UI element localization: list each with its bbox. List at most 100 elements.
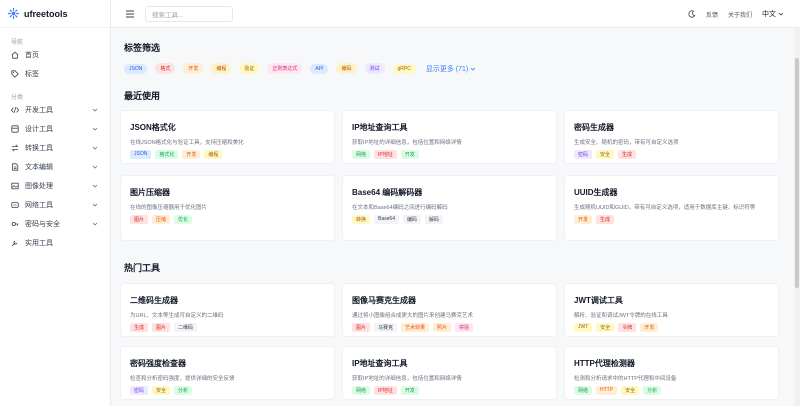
filter-tag[interactable]: 测试: [364, 63, 385, 74]
card-tag[interactable]: 格式化: [155, 150, 179, 159]
card-tag[interactable]: 密码: [574, 150, 593, 159]
chevron-down-icon: [92, 203, 98, 207]
top-bar: 搜索工具... 反馈 关于我们 中文: [111, 0, 800, 28]
card-tag[interactable]: JWT: [574, 323, 593, 332]
filter-tag[interactable]: API: [310, 63, 329, 74]
filter-tag[interactable]: 编码: [336, 63, 357, 74]
card-tag[interactable]: 二维码: [174, 323, 198, 332]
filter-tag[interactable]: 格式: [155, 63, 176, 74]
card-tag[interactable]: 网络: [574, 386, 593, 395]
filter-tag[interactable]: 编程: [211, 63, 232, 74]
shield-icon: [11, 220, 19, 228]
brand[interactable]: ufreetools: [0, 0, 110, 28]
sidebar-item-image-processing[interactable]: 图像处理: [0, 176, 110, 195]
tool-card[interactable]: UUID生成器 生成随机UUID和GUID，带有可自定义选项，适用于数据库主键、标…: [564, 175, 779, 241]
moon-icon[interactable]: [688, 10, 696, 18]
card-tag[interactable]: 生成: [618, 150, 637, 159]
card-description: 在线的图像压缩器用于优化图片: [130, 205, 208, 211]
topbar-actions: 反馈 关于我们 中文: [688, 0, 784, 28]
card-tag[interactable]: 分析: [643, 386, 662, 395]
sidebar-item-dev-tools[interactable]: 开发工具: [0, 100, 110, 119]
card-tag[interactable]: 艺术效果: [401, 323, 430, 332]
filter-tag[interactable]: JSON: [124, 63, 148, 74]
sidebar-item-design-tools[interactable]: 设计工具: [0, 119, 110, 138]
filter-tag[interactable]: 验证: [239, 63, 260, 74]
sidebar-item-network-tools[interactable]: 网络工具: [0, 195, 110, 214]
card-tag[interactable]: JSON: [130, 150, 152, 159]
language-selector[interactable]: 中文: [762, 9, 784, 19]
feedback-link[interactable]: 反馈: [706, 10, 718, 19]
card-tag[interactable]: 优化: [174, 215, 193, 224]
card-tag[interactable]: 生成: [130, 323, 149, 332]
card-tag[interactable]: Base64: [374, 215, 399, 224]
scrollbar-thumb[interactable]: [795, 58, 799, 288]
sidebar-item-label: 标签: [25, 70, 39, 78]
sidebar-item-tags[interactable]: 标签: [0, 64, 110, 83]
tool-card[interactable]: Base64 编码解码器 在文本和Base64编码之间进行编码解码 转换 Base64…: [342, 175, 557, 241]
card-tag[interactable]: 令牌: [618, 323, 637, 332]
tool-card[interactable]: 密码生成器 生成安全、随机的密码，带有可自定义选项 密码 安全 生成: [564, 110, 779, 164]
card-tag[interactable]: 开发: [640, 323, 659, 332]
card-tag[interactable]: 密码: [130, 386, 149, 395]
about-link[interactable]: 关于我们: [728, 10, 752, 19]
card-tags: JSON 格式化 开发 编程: [130, 150, 325, 159]
tool-card[interactable]: IP地址查询工具 获取IP地址的详细信息，包括位置和网络详情 网络 IP地址 开发: [342, 346, 557, 400]
card-tag[interactable]: 安全: [596, 150, 615, 159]
tool-card[interactable]: 图像马赛克生成器 通过将小图像组合成更大的图片来创建马赛克艺术 图片 马赛克 艺术效果照…: [342, 283, 557, 337]
card-tag[interactable]: 生成: [596, 215, 615, 224]
tool-card[interactable]: 二维码生成器 为URL、文本等生成可自定义的二维码 生成 图片 二维码: [120, 283, 335, 337]
menu-icon[interactable]: [125, 9, 135, 19]
card-tag[interactable]: 网络: [352, 150, 371, 159]
card-tag[interactable]: 图片: [352, 323, 371, 332]
tool-card[interactable]: JSON格式化 在线JSON格式化与验证工具，支持压缩和美化 JSON 格式化 开发 编程: [120, 110, 335, 164]
sidebar-item-utility-tools[interactable]: 实用工具: [0, 233, 110, 252]
tool-card[interactable]: HTTP代理检测器 检测和分析请求中的HTTP代理和中间设备 网络 HTTP 安全 分析: [564, 346, 779, 400]
card-tag[interactable]: IP地址: [374, 150, 397, 159]
filter-tag[interactable]: gRPC: [392, 63, 416, 74]
card-tag[interactable]: 照片: [433, 323, 452, 332]
card-tag[interactable]: 拼贴: [455, 323, 474, 332]
card-tag[interactable]: 马赛克: [374, 323, 398, 332]
nav-section-title: 导航: [11, 40, 24, 46]
card-tag[interactable]: 转换: [352, 215, 371, 224]
card-title: 图像马赛克生成器: [352, 296, 416, 305]
tool-card[interactable]: 密码强度检查器 检查和分析密码强度，提供详细的安全反馈 密码 安全 分析: [120, 346, 335, 400]
card-tag[interactable]: 编程: [204, 150, 223, 159]
card-tag[interactable]: 开发: [182, 150, 201, 159]
card-tag[interactable]: 安全: [621, 386, 640, 395]
tool-card[interactable]: IP地址查询工具 获取IP地址的详细信息，包括位置和网络详情 网络 IP地址 开发: [342, 110, 557, 164]
tag-icon: [11, 69, 19, 78]
card-tag[interactable]: 网络: [352, 386, 371, 395]
card-title: 密码生成器: [574, 123, 614, 132]
sidebar-item-label: 实用工具: [25, 239, 53, 247]
card-tags: 转换 Base64 编码 解码: [352, 215, 547, 224]
card-tag[interactable]: 安全: [596, 323, 615, 332]
tool-card[interactable]: JWT调试工具 解析、验证和调试JWT令牌的在线工具 JWT 安全 令牌 开发: [564, 283, 779, 337]
sidebar-item-home[interactable]: 首页: [0, 45, 110, 64]
card-tag[interactable]: 开发: [400, 150, 419, 159]
card-tag[interactable]: 解码: [425, 215, 444, 224]
card-tag[interactable]: 编码: [402, 215, 421, 224]
card-tag[interactable]: IP地址: [374, 386, 397, 395]
card-tag[interactable]: HTTP: [596, 386, 618, 395]
search-input[interactable]: 搜索工具...: [145, 5, 233, 22]
card-tag[interactable]: 安全: [152, 386, 171, 395]
card-tag[interactable]: 开发: [400, 386, 419, 395]
sidebar-item-convert-tools[interactable]: 转换工具: [0, 138, 110, 157]
card-tag[interactable]: 图片: [130, 215, 149, 224]
scrollbar[interactable]: [794, 28, 800, 406]
sidebar-item-text-edit[interactable]: 文本编辑: [0, 157, 110, 176]
card-tag[interactable]: 图片: [152, 323, 171, 332]
main-content: 标签筛选 JSON 格式 开发 编程 验证 正则表达式 API 编码 测试 gRPC 显示更多 (7…: [111, 28, 800, 406]
card-tag[interactable]: 压缩: [152, 215, 171, 224]
sidebar: ufreetools 导航 首页 标签 分类 开发工具 设计工具 转换工具 文本…: [0, 0, 111, 406]
tool-card[interactable]: 图片压缩器 在线的图像压缩器用于优化图片 图片 压缩 优化: [120, 175, 335, 241]
show-more-button[interactable]: 显示更多 (71): [426, 64, 476, 74]
card-tag[interactable]: 开发: [574, 215, 593, 224]
filter-tag[interactable]: 开发: [183, 63, 204, 74]
card-tags: 图片 马赛克 艺术效果 照片 拼贴: [352, 323, 547, 332]
sidebar-item-password-security[interactable]: 密码与安全: [0, 214, 110, 233]
filter-tag[interactable]: 正则表达式: [267, 63, 303, 74]
card-tag[interactable]: 分析: [174, 386, 193, 395]
card-title: HTTP代理检测器: [574, 359, 635, 368]
